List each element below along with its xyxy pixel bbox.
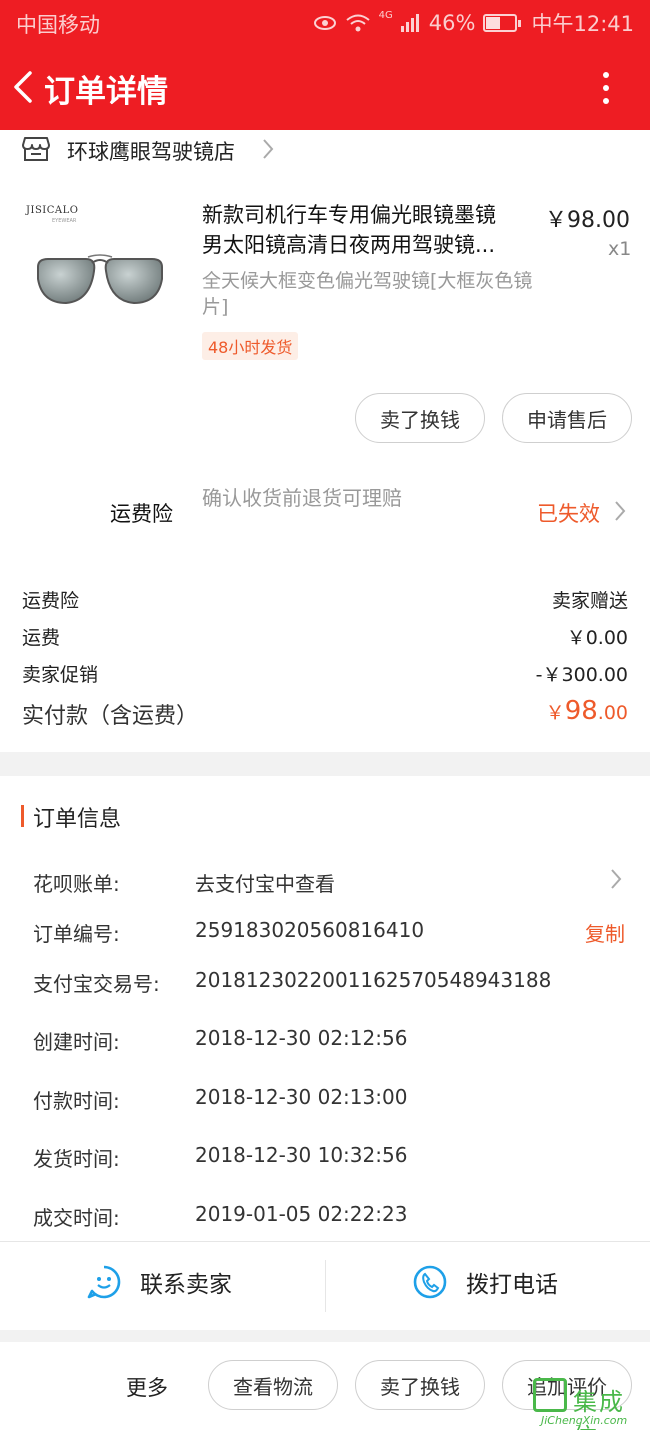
summary-row-shipping: 运费 ￥0.00 <box>22 623 628 650</box>
summary-label: 运费 <box>22 627 61 649</box>
shipping-badge: 48小时发货 <box>202 332 299 360</box>
product-title-line2: 男太阳镜高清日夜两用驾驶镜... <box>202 233 496 257</box>
call-button[interactable]: 拨打电话 <box>412 1264 558 1300</box>
network-label: 4G <box>378 9 393 21</box>
insurance-desc: 确认收货前退货可理赔 <box>202 486 402 510</box>
summary-label: 卖家促销 <box>22 664 99 686</box>
section-gap <box>0 752 650 776</box>
created-time-value: 2018-12-30 02:12:56 <box>195 1026 408 1050</box>
signal-icon <box>400 14 419 32</box>
clock: 中午12:41 <box>531 12 634 36</box>
carrier-label: 中国移动 <box>16 13 100 37</box>
after-sale-button[interactable]: 申请售后 <box>502 393 632 443</box>
sell-again-button[interactable]: 卖了换钱 <box>355 1360 485 1410</box>
divider <box>0 1241 650 1242</box>
status-right: 4G 46% 中午12:41 <box>313 8 634 38</box>
shipped-time-value: 2018-12-30 10:32:56 <box>195 1143 408 1167</box>
alipay-no-value: 2018123022001162570548943188 <box>195 968 552 992</box>
insurance-status[interactable]: 已失效 <box>537 498 600 528</box>
order-no-value: 259183020560816410 <box>195 918 425 942</box>
paid-amount: ￥98.00 <box>546 696 628 726</box>
contact-seller-button[interactable]: 联系卖家 <box>86 1264 232 1300</box>
copy-button[interactable]: 复制 <box>585 918 625 947</box>
paid-time-label: 付款时间: <box>33 1089 120 1113</box>
store-icon <box>22 137 50 161</box>
summary-label: 运费险 <box>22 590 80 612</box>
paid-dec: .00 <box>597 702 628 724</box>
product-sku: 全天候大框变色偏光驾驶镜[大框灰色镜片] <box>202 270 533 318</box>
more-label[interactable]: 更多 <box>126 1372 168 1402</box>
more-menu-icon[interactable] <box>596 70 616 106</box>
order-no-label: 订单编号: <box>33 922 120 946</box>
paid-label: 实付款（含运费） <box>22 704 199 729</box>
sunglasses-image[interactable] <box>34 245 166 317</box>
phone-icon <box>413 1265 447 1299</box>
store-name[interactable]: 环球鹰眼驾驶镜店 <box>67 136 235 166</box>
shipped-time-label: 发货时间: <box>33 1147 120 1171</box>
summary-value: -￥300.00 <box>535 664 628 686</box>
chevron-right-icon[interactable] <box>614 500 626 522</box>
product-brand: JISICALO <box>26 205 79 216</box>
huabei-label: 花呗账单: <box>33 872 120 896</box>
product-quantity: x1 <box>608 238 632 260</box>
wifi-icon <box>346 14 370 32</box>
chevron-right-icon[interactable] <box>610 868 622 890</box>
chat-icon <box>87 1265 121 1299</box>
page-title: 订单详情 <box>44 74 168 110</box>
sell-button[interactable]: 卖了换钱 <box>355 393 485 443</box>
completed-time-label: 成交时间: <box>33 1206 120 1230</box>
summary-value: 卖家赠送 <box>551 590 628 612</box>
back-arrow-icon[interactable] <box>10 70 36 104</box>
status-bar: 中国移动 4G 46% 中午12:41 <box>0 0 650 44</box>
battery-icon <box>483 14 522 32</box>
contact-seller-label: 联系卖家 <box>140 1272 232 1298</box>
insurance-label: 运费险 <box>110 502 173 526</box>
watermark-url: JiChengXin.com <box>541 1414 628 1427</box>
watermark-logo: 集成信 JiChengXin.com <box>533 1378 648 1430</box>
section-accent-bar <box>21 805 24 827</box>
alipay-no-label: 支付宝交易号: <box>33 972 160 996</box>
paid-int: 98 <box>564 696 598 726</box>
summary-value: ￥0.00 <box>566 627 628 649</box>
summary-row-promotion: 卖家促销 -￥300.00 <box>22 660 628 687</box>
summary-row-insurance: 运费险 卖家赠送 <box>22 586 628 613</box>
product-title-line1: 新款司机行车专用偏光眼镜墨镜 <box>202 203 496 227</box>
order-info-title: 订单信息 <box>33 807 122 832</box>
product-brand-sub: EYEWEAR <box>52 218 77 224</box>
app-header: 中国移动 4G 46% 中午12:41 订单详情 <box>0 0 650 130</box>
huabei-link[interactable]: 去支付宝中查看 <box>195 868 335 897</box>
product-price: ￥98.00 <box>545 208 630 233</box>
eye-icon <box>313 16 336 30</box>
created-time-label: 创建时间: <box>33 1030 120 1054</box>
paid-currency: ￥ <box>545 702 565 724</box>
paid-time-value: 2018-12-30 02:13:00 <box>195 1085 408 1109</box>
divider <box>325 1260 326 1312</box>
battery-percent: 46% <box>428 11 476 35</box>
view-logistics-button[interactable]: 查看物流 <box>208 1360 338 1410</box>
section-gap <box>0 1330 650 1342</box>
chevron-right-icon[interactable] <box>262 138 274 160</box>
completed-time-value: 2019-01-05 02:22:23 <box>195 1202 408 1226</box>
product-title[interactable]: 新款司机行车专用偏光眼镜墨镜 男太阳镜高清日夜两用驾驶镜... <box>202 200 534 260</box>
call-label: 拨打电话 <box>466 1272 558 1298</box>
